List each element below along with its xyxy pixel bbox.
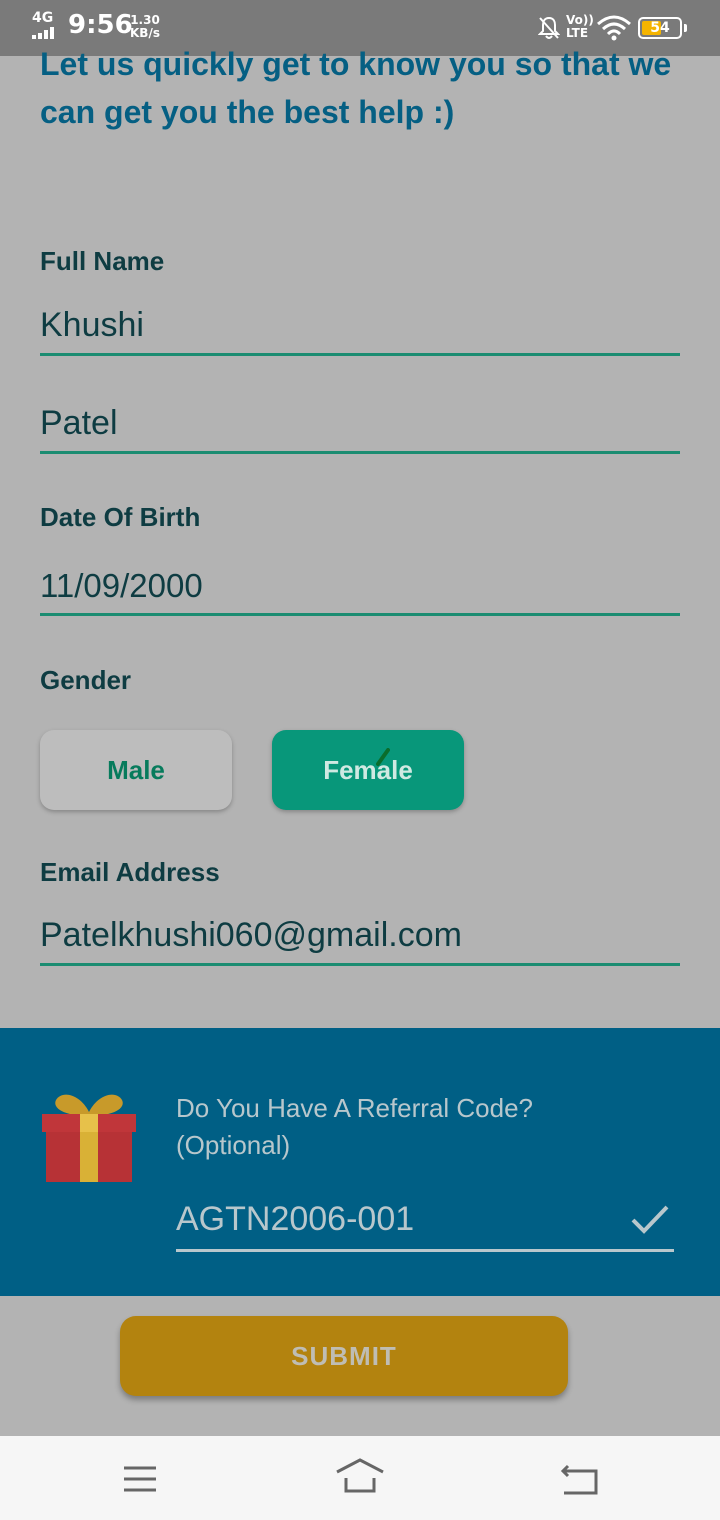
mute-icon (538, 16, 560, 39)
gender-female-button[interactable]: Female (272, 730, 464, 810)
battery-tip (684, 24, 687, 32)
referral-question-line2: (Optional) (176, 1130, 291, 1160)
referral-code-field[interactable]: AGTN2006-001 (176, 1194, 674, 1252)
battery-icon: 54 (638, 17, 682, 39)
menu-icon[interactable] (122, 1464, 158, 1494)
first-name-field[interactable]: Khushi (40, 296, 680, 356)
dob-value: 11/09/2000 (40, 567, 203, 604)
last-name-field[interactable]: Patel (40, 394, 680, 454)
first-name-value: Khushi (40, 306, 144, 344)
email-field[interactable]: Patelkhushi060@gmail.com (40, 906, 680, 966)
gender-male-button[interactable]: Male (40, 730, 232, 810)
gift-icon (42, 1094, 136, 1182)
last-name-value: Patel (40, 404, 118, 442)
email-value: Patelkhushi060@gmail.com (40, 916, 462, 954)
referral-code-value: AGTN2006-001 (176, 1200, 415, 1238)
signal-icon (32, 27, 62, 39)
submit-label: SUBMIT (291, 1340, 397, 1371)
email-label: Email Address (40, 857, 220, 887)
referral-question: Do You Have A Referral Code? (Optional) (176, 1090, 596, 1164)
network-type: 4G (32, 10, 54, 26)
speed-unit: KB/s (130, 26, 160, 40)
full-name-label: Full Name (40, 246, 165, 276)
referral-section: Do You Have A Referral Code? (Optional) … (0, 1028, 720, 1296)
wifi-icon (597, 15, 631, 41)
battery-level: 54 (650, 20, 670, 36)
volte-bottom: LTE (566, 26, 589, 40)
selected-check-icon (376, 748, 390, 766)
volte-indicator: Vo)) LTE (566, 14, 594, 40)
intro-text: Let us quickly get to know you so that w… (40, 46, 672, 130)
gender-female-label: Female (323, 754, 413, 785)
dob-label: Date Of Birth (40, 502, 201, 532)
submit-button[interactable]: SUBMIT (120, 1316, 568, 1396)
gender-male-label: Male (107, 754, 165, 785)
clock: 9:56 (68, 10, 133, 40)
back-icon[interactable] (560, 1462, 600, 1496)
network-speed: 1.30 KB/s (130, 14, 160, 40)
home-icon[interactable] (334, 1458, 386, 1494)
dob-field[interactable]: 11/09/2000 (40, 556, 680, 616)
gender-label: Gender (40, 665, 132, 695)
referral-question-line1: Do You Have A Referral Code? (176, 1093, 534, 1123)
check-icon (631, 1205, 669, 1234)
navigation-bar (0, 1436, 720, 1520)
